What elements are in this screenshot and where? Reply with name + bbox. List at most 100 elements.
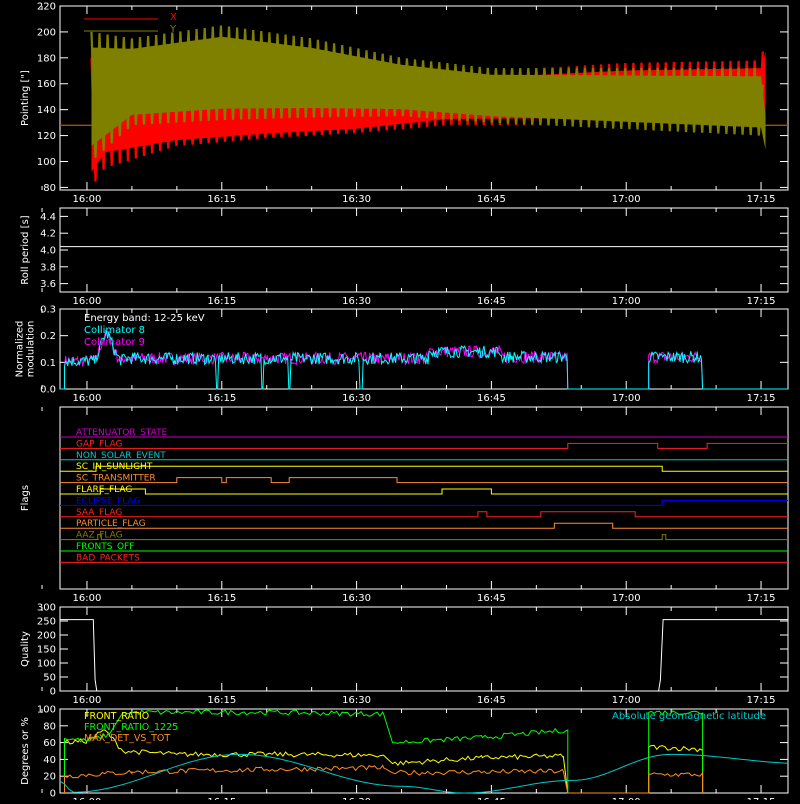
flag-line-saa_flag — [60, 511, 788, 518]
hessi-quicklook-chart: 15:4516:0016:1516:3016:4517:0017:15Point… — [15, 2, 789, 804]
y-tick-label: 0.3 — [40, 305, 56, 316]
quality-line — [60, 619, 788, 692]
flag-label-bad_packets: BAD_PACKETS — [76, 553, 140, 563]
flag-label-eclipse_flag: ECLIPSE_FLAG — [76, 496, 140, 506]
x-tick-label: 16:45 — [477, 393, 506, 404]
flag-line-eclipse_flag — [60, 499, 788, 506]
x-tick-label: 16:15 — [207, 393, 236, 404]
series-max_det_vs_tot — [64, 764, 704, 794]
x-tick-label: 16:15 — [207, 593, 236, 604]
x-tick-label: 16:30 — [342, 296, 371, 307]
y-axis-label: Roll period [s] — [20, 215, 31, 284]
y-tick-label: 0.0 — [40, 385, 56, 396]
y-tick-label: 100 — [37, 157, 56, 168]
x-tick-label: 17:15 — [747, 393, 776, 404]
flag-line-sc_in_sunlight — [60, 465, 788, 472]
flag-line-particle_flag — [60, 522, 788, 529]
legend-label-collimator-9: Collimator 9 — [84, 337, 145, 348]
flag-label-fronts_off: FRONTS_OFF — [76, 542, 134, 552]
x-tick-label: 16:00 — [73, 194, 102, 205]
x-tick-label: 16:15 — [207, 695, 236, 706]
panel-4: 15:4516:0016:1516:3016:4517:0017:15Flags… — [20, 406, 789, 604]
x-tick-label: 16:30 — [342, 695, 371, 706]
panel-frame — [59, 406, 789, 590]
y-tick-label: 0 — [50, 789, 56, 800]
x-tick-label: 16:30 — [342, 194, 371, 205]
y-tick-label: 120 — [37, 131, 56, 142]
flag-label-particle_flag: PARTICLE_FLAG — [76, 519, 146, 529]
y-tick-label: 100 — [37, 659, 56, 670]
flag-line-gap_flag — [60, 442, 788, 449]
panel-3: 15:4516:0016:1516:3016:4517:0017:15Norma… — [15, 305, 789, 404]
x-tick-label: 17:00 — [612, 194, 641, 205]
y-tick-label: 300 — [37, 603, 56, 614]
y-tick-label: 250 — [37, 617, 56, 628]
x-tick-label: 16:00 — [73, 695, 102, 706]
flag-label-sc_in_sunlight: SC_IN_SUNLIGHT — [76, 462, 153, 472]
flag-label-aaz_flag: AAZ_FLAG — [76, 531, 123, 541]
y-tick-label: 140 — [37, 105, 56, 116]
y-tick-label: 20 — [43, 772, 56, 783]
y-axis-label: Pointing ["] — [20, 70, 31, 126]
y-tick-label: 80 — [43, 721, 56, 732]
x-tick-label: 16:45 — [477, 296, 506, 307]
x-tick-label: 16:00 — [73, 393, 102, 404]
y-tick-label: 0.2 — [40, 331, 56, 342]
flag-label-gap_flag: GAP_FLAG — [76, 439, 122, 449]
y-tick-label: 0 — [50, 687, 56, 698]
y-tick-label: 200 — [37, 631, 56, 642]
panel-5: 15:4516:0016:1516:3016:4517:0017:15Quali… — [20, 603, 789, 706]
y-tick-label: 3.6 — [40, 279, 56, 290]
x-tick-label: 16:15 — [207, 296, 236, 307]
x-tick-label: 16:00 — [73, 593, 102, 604]
legend-label-front_ratio: FRONT_RATIO — [84, 711, 149, 722]
legend-label-max_det_vs_tot: MAX_DET_VS_TOT — [84, 733, 170, 744]
panel-2: 15:4516:0016:1516:3016:4517:0017:15Roll … — [20, 207, 789, 307]
x-tick-label: 17:15 — [747, 296, 776, 307]
panel-frame — [59, 207, 789, 293]
y-tick-label: 200 — [37, 27, 56, 38]
y-axis-label: Quality — [20, 631, 31, 667]
y-tick-label: 150 — [37, 645, 56, 656]
x-tick-label: 17:00 — [612, 593, 641, 604]
flag-line-sc_transmitter — [60, 477, 788, 484]
panel-1: 15:4516:0016:1516:3016:4517:0017:15Point… — [20, 2, 789, 205]
y-tick-label: 4.2 — [40, 229, 56, 240]
y-tick-label: 100 — [37, 705, 56, 716]
y-tick-label: 3.8 — [40, 262, 56, 273]
legend-label-collimator-8: Collimator 8 — [84, 325, 145, 336]
y-tick-label: 40 — [43, 755, 56, 766]
y-tick-label: 50 — [43, 673, 56, 684]
x-tick-label: 16:45 — [477, 194, 506, 205]
y-tick-label: 60 — [43, 738, 56, 749]
legend-label-front_ratio_1225: FRONT_RATIO_1225 — [84, 722, 178, 733]
x-tick-label: 16:30 — [342, 593, 371, 604]
y-tick-label: 180 — [37, 53, 56, 64]
x-tick-label: 16:30 — [342, 393, 371, 404]
y-tick-label: 220 — [37, 2, 56, 13]
legend-label-Y: Y — [169, 24, 177, 35]
x-tick-label: 17:00 — [612, 393, 641, 404]
y-tick-label: 80 — [43, 183, 56, 194]
y-tick-label: 160 — [37, 79, 56, 90]
flag-label-sc_transmitter: SC_TRANSMITTER — [76, 474, 156, 484]
x-tick-label: 17:00 — [612, 296, 641, 307]
x-tick-label: 16:15 — [207, 194, 236, 205]
x-tick-label: 17:15 — [747, 695, 776, 706]
flag-label-non_solar_event: NON_SOLAR_EVENT — [76, 451, 166, 461]
y-axis-label: Degrees or % — [20, 717, 31, 785]
legend-label-X: X — [170, 12, 177, 23]
y-axis-label: modulation — [26, 321, 37, 378]
y-tick-label: 0.1 — [40, 358, 56, 369]
flag-label-saa_flag: SAA_FLAG — [76, 508, 122, 518]
legend-label-geomagnetic-latitude: Absolute geomagnetic latitude — [612, 711, 766, 722]
flag-line-aaz_flag — [60, 534, 788, 541]
x-tick-label: 16:45 — [477, 695, 506, 706]
chart-stage: 15:4516:0016:1516:3016:4517:0017:15Point… — [0, 0, 800, 804]
x-tick-label: 16:45 — [477, 593, 506, 604]
y-axis-label: Flags — [20, 485, 31, 511]
x-tick-label: 17:15 — [747, 194, 776, 205]
flag-line-flare_flag — [60, 488, 788, 495]
flag-label-attenuator_state: ATTENUATOR_STATE — [76, 428, 168, 438]
x-tick-label: 17:15 — [747, 593, 776, 604]
